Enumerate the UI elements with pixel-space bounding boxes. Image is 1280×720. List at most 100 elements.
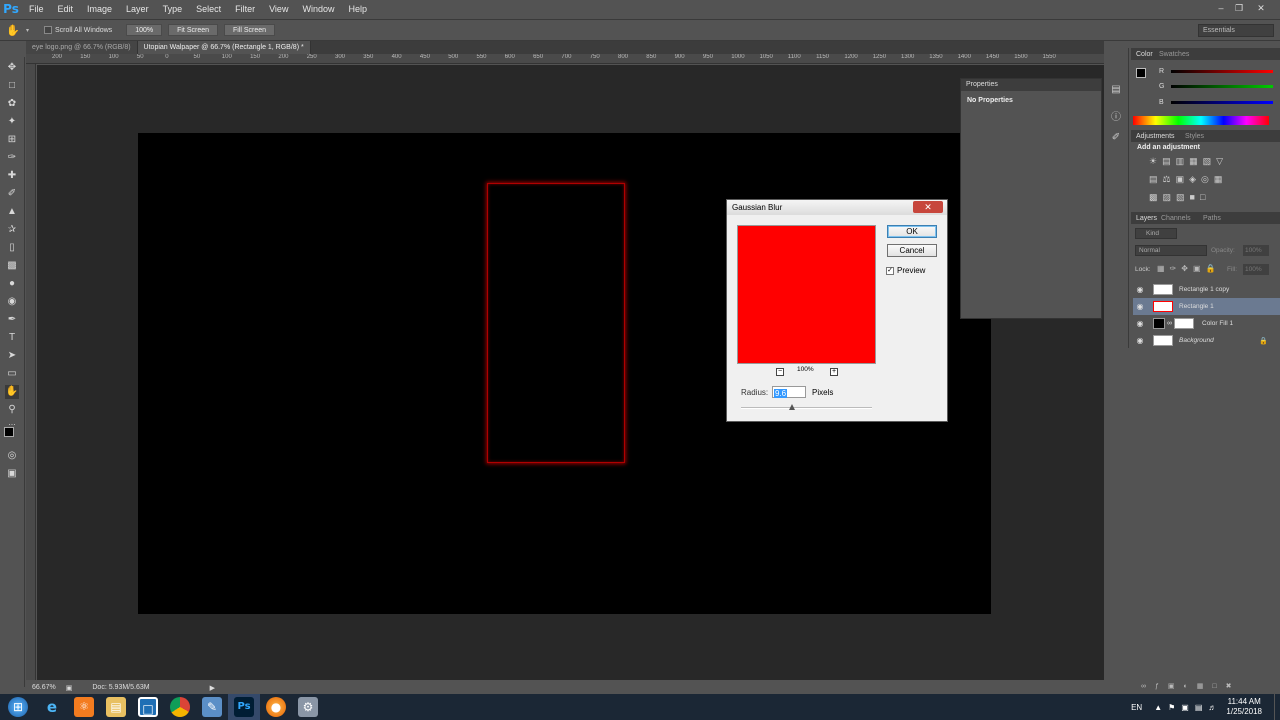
zoom-in-icon[interactable]: + <box>830 368 838 376</box>
menu-edit[interactable]: Edit <box>51 0 81 19</box>
lock-icons[interactable]: ▦✑✥▣🔒 <box>1157 264 1220 273</box>
volume-icon[interactable]: ♬ <box>1208 703 1216 712</box>
r-slider[interactable] <box>1171 70 1273 73</box>
menu-file[interactable]: File <box>22 0 51 19</box>
firefox-icon[interactable]: ● <box>260 694 292 720</box>
scroll-all-checkbox[interactable] <box>44 26 52 34</box>
start-button[interactable]: ⊞ <box>0 694 36 720</box>
eye-icon[interactable]: ◉ <box>1133 319 1147 328</box>
chrome-icon[interactable] <box>164 694 196 720</box>
zoom-out-icon[interactable]: − <box>776 368 784 376</box>
eye-icon[interactable]: ◉ <box>1133 336 1147 345</box>
eraser-tool-icon[interactable]: ▯ <box>5 241 19 255</box>
screen-mode-icon[interactable]: ▣ <box>5 467 19 481</box>
menu-image[interactable]: Image <box>80 0 119 19</box>
foreground-color-swatch[interactable] <box>4 427 14 437</box>
layer-row-rectangle-1[interactable]: ◉ Rectangle 1 <box>1133 298 1280 315</box>
tab-color[interactable]: Color <box>1136 50 1153 60</box>
menu-layer[interactable]: Layer <box>119 0 156 19</box>
tab-eye-logo[interactable]: eye logo.png @ 66.7% (RGB/8) <box>26 41 138 54</box>
history-panel-icon[interactable]: ▤ <box>1110 84 1122 96</box>
tab-swatches[interactable]: Swatches <box>1159 50 1189 60</box>
explorer-icon[interactable]: ▤ <box>100 694 132 720</box>
brush-panel-icon[interactable]: ✐ <box>1110 132 1122 144</box>
opacity-input[interactable]: 100% <box>1243 245 1269 256</box>
app-icon[interactable]: □ <box>132 694 164 720</box>
radius-slider-handle[interactable] <box>789 404 795 410</box>
layer-row-color-fill[interactable]: ◉ ∞ Color Fill 1 <box>1133 315 1280 332</box>
dodge-tool-icon[interactable]: ◉ <box>5 295 19 309</box>
close-icon[interactable]: ✕ <box>1254 2 1268 14</box>
menu-view[interactable]: View <box>262 0 295 19</box>
healing-brush-icon[interactable]: ✚ <box>5 169 19 183</box>
tab-layers[interactable]: Layers <box>1136 214 1157 224</box>
tools-icon[interactable]: ⚙ <box>292 694 324 720</box>
preview-checkbox[interactable]: ✓ <box>886 266 894 275</box>
path-select-icon[interactable]: ➤ <box>5 349 19 363</box>
tray-icon[interactable]: ▣ <box>1181 703 1189 712</box>
glowing-rectangle-layer[interactable] <box>487 183 625 463</box>
menu-select[interactable]: Select <box>189 0 228 19</box>
layer-kind-filter[interactable]: Kind <box>1135 228 1177 239</box>
tab-utopian-walpaper[interactable]: Utopian Walpaper @ 66.7% (Rectangle 1, R… <box>137 41 311 54</box>
editor-icon[interactable]: ✎ <box>196 694 228 720</box>
chevron-down-icon[interactable]: ▾ <box>26 27 34 34</box>
fit-screen-button[interactable]: Fit Screen <box>168 24 218 36</box>
stamp-tool-icon[interactable]: ▲ <box>5 205 19 219</box>
lasso-tool-icon[interactable]: ✿ <box>5 97 19 111</box>
brush-tool-icon[interactable]: ✐ <box>5 187 19 201</box>
play-arrow-icon[interactable]: ▶ <box>210 684 215 692</box>
tab-channels[interactable]: Channels <box>1161 214 1191 224</box>
eye-icon[interactable]: ◉ <box>1133 285 1147 294</box>
g-slider[interactable] <box>1171 85 1273 88</box>
adjustment-icons-row2[interactable]: ▤⚖▣◈◎▦ <box>1149 174 1227 185</box>
cancel-button[interactable]: Cancel <box>887 244 937 257</box>
tab-paths[interactable]: Paths <box>1203 214 1221 224</box>
fill-screen-button[interactable]: Fill Screen <box>224 24 276 36</box>
status-icon[interactable]: ▣ <box>66 684 73 692</box>
shape-tool-icon[interactable]: ▭ <box>5 367 19 381</box>
photoshop-taskbar-icon[interactable]: Ps <box>228 694 260 720</box>
menu-type[interactable]: Type <box>156 0 190 19</box>
fill-input[interactable]: 100% <box>1243 264 1269 275</box>
layer-row-rectangle-copy[interactable]: ◉ Rectangle 1 copy <box>1133 281 1280 298</box>
move-tool-icon[interactable]: ✥ <box>5 61 19 75</box>
tray-flag-icon[interactable]: ⚑ <box>1168 703 1175 712</box>
zoom-100-button[interactable]: 100% <box>126 24 163 36</box>
adjustment-icons-row3[interactable]: ▩▨▧■□ <box>1149 192 1210 203</box>
hand-tool-icon[interactable]: ✋ <box>5 385 19 399</box>
layer-actions-icons[interactable]: ∞ƒ▣◐▦□✖ <box>1141 682 1240 690</box>
blur-tool-icon[interactable]: ● <box>5 277 19 291</box>
language-indicator[interactable]: EN <box>1131 703 1142 712</box>
history-brush-icon[interactable]: ✰ <box>5 223 19 237</box>
crop-tool-icon[interactable]: ⊞ <box>5 133 19 147</box>
workspace-select[interactable]: Essentials <box>1198 24 1274 37</box>
hand-tool-icon[interactable]: ✋ <box>0 24 26 37</box>
dialog-close-icon[interactable]: ✕ <box>913 201 943 213</box>
adjustment-icons-row1[interactable]: ☀▤▥▦▧▽ <box>1149 156 1228 167</box>
marquee-tool-icon[interactable]: □ <box>5 79 19 93</box>
tab-adjustments[interactable]: Adjustments <box>1136 132 1175 142</box>
quick-select-tool-icon[interactable]: ✦ <box>5 115 19 129</box>
info-panel-icon[interactable]: ⓘ <box>1110 112 1122 124</box>
restore-icon[interactable]: ❐ <box>1232 2 1246 14</box>
layer-row-background[interactable]: ◉ Background 🔒 <box>1133 332 1280 349</box>
tab-styles[interactable]: Styles <box>1185 132 1204 142</box>
b-slider[interactable] <box>1171 101 1273 104</box>
radius-slider-track[interactable] <box>741 407 872 409</box>
xampp-icon[interactable]: ⚛ <box>68 694 100 720</box>
ok-button[interactable]: OK <box>887 225 937 238</box>
menu-filter[interactable]: Filter <box>228 0 262 19</box>
gradient-tool-icon[interactable]: ▩ <box>5 259 19 273</box>
type-tool-icon[interactable]: T <box>5 331 19 345</box>
pen-tool-icon[interactable]: ✒ <box>5 313 19 327</box>
eyedropper-tool-icon[interactable]: ✑ <box>5 151 19 165</box>
color-spectrum[interactable] <box>1133 116 1269 125</box>
radius-input[interactable]: 9.6 <box>772 386 806 398</box>
menu-help[interactable]: Help <box>341 0 374 19</box>
ie-icon[interactable]: e <box>36 694 68 720</box>
minimize-icon[interactable]: – <box>1214 2 1228 14</box>
color-fg-swatch[interactable] <box>1136 68 1146 78</box>
blur-preview[interactable] <box>737 225 876 364</box>
eye-icon[interactable]: ◉ <box>1133 302 1147 311</box>
